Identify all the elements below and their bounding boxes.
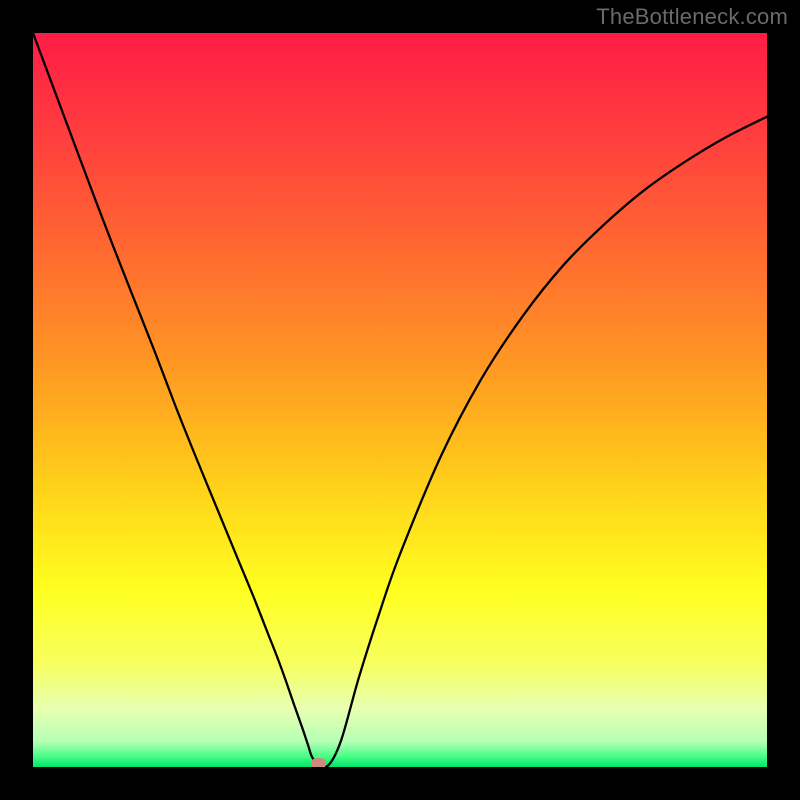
minimum-marker <box>311 758 326 767</box>
plot-area <box>33 33 767 767</box>
chart-frame: TheBottleneck.com <box>0 0 800 800</box>
bottleneck-curve <box>33 33 767 767</box>
watermark-text: TheBottleneck.com <box>596 4 788 30</box>
